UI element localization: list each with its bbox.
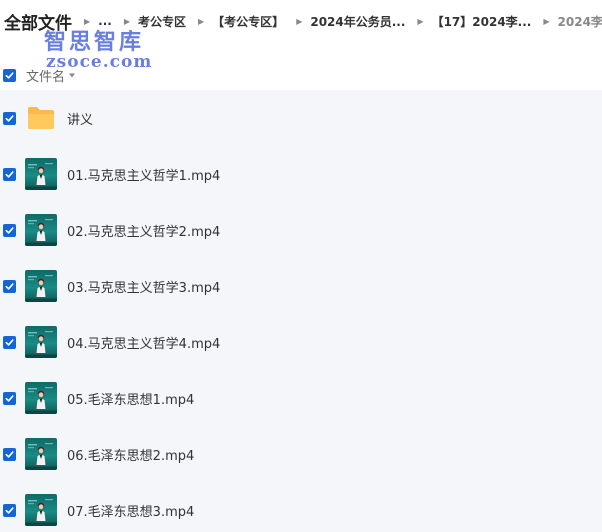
video-thumbnail	[25, 438, 57, 470]
video-thumbnail	[25, 494, 57, 526]
row-checkbox[interactable]	[3, 167, 16, 181]
chevron-right-icon: ▶	[123, 16, 130, 26]
check-icon	[5, 71, 14, 79]
breadcrumb-item-4[interactable]: 2024年公务员...	[310, 13, 405, 30]
breadcrumb-item-1[interactable]: ...	[98, 14, 112, 28]
file-name[interactable]: 04.马克思主义哲学4.mp4	[67, 333, 220, 352]
file-name[interactable]: 02.马克思主义哲学2.mp4	[67, 221, 220, 240]
check-icon	[5, 506, 14, 514]
breadcrumb-item-3[interactable]: 【考公专区】	[212, 13, 284, 30]
chevron-right-icon: ▶	[198, 16, 205, 26]
row-checkbox[interactable]	[3, 223, 16, 237]
file-row-2[interactable]: 01.马克思主义哲学1.mp4	[0, 146, 602, 202]
chevron-right-icon: ▶	[417, 16, 424, 26]
video-thumbnail	[25, 382, 57, 414]
folder-icon	[25, 102, 57, 134]
file-row-6[interactable]: 05.毛泽东思想1.mp4	[0, 370, 602, 426]
list-header: 文件名	[0, 62, 602, 88]
chevron-right-icon: ▶	[84, 16, 91, 26]
chevron-right-icon: ▶	[543, 16, 550, 26]
breadcrumb: 全部文件 ▶ ... ▶ 考公专区 ▶ 【考公专区】 ▶ 2024年公务员...…	[0, 0, 602, 42]
check-icon	[5, 282, 14, 290]
row-checkbox[interactable]	[3, 335, 16, 349]
select-all-checkbox[interactable]	[3, 68, 16, 82]
chevron-right-icon: ▶	[296, 16, 303, 26]
file-row-5[interactable]: 04.马克思主义哲学4.mp4	[0, 314, 602, 370]
row-checkbox[interactable]	[3, 447, 16, 461]
file-name[interactable]: 05.毛泽东思想1.mp4	[67, 389, 194, 408]
file-name[interactable]: 01.马克思主义哲学1.mp4	[67, 165, 220, 184]
row-checkbox[interactable]	[3, 503, 16, 517]
video-thumbnail	[25, 214, 57, 246]
video-thumbnail	[25, 270, 57, 302]
file-row-1[interactable]: 讲义	[0, 90, 602, 146]
file-list: 讲义 01.马克思主义哲学1.mp4 02.马克思主义哲学2.mp4 03.马克…	[0, 90, 602, 532]
file-name[interactable]: 03.马克思主义哲学3.mp4	[67, 277, 220, 296]
check-icon	[5, 114, 14, 122]
file-row-7[interactable]: 06.毛泽东思想2.mp4	[0, 426, 602, 482]
breadcrumb-item-5[interactable]: 【17】2024李...	[432, 13, 532, 30]
check-icon	[5, 394, 14, 402]
file-row-4[interactable]: 03.马克思主义哲学3.mp4	[0, 258, 602, 314]
row-checkbox[interactable]	[3, 391, 16, 405]
breadcrumb-item-2[interactable]: 考公专区	[138, 13, 186, 30]
file-name[interactable]: 06.毛泽东思想2.mp4	[67, 445, 194, 464]
file-name[interactable]: 07.毛泽东思想3.mp4	[67, 501, 194, 520]
row-checkbox[interactable]	[3, 279, 16, 293]
breadcrumb-root[interactable]: 全部文件	[0, 9, 72, 34]
check-icon	[5, 450, 14, 458]
column-header-name[interactable]: 文件名	[26, 66, 65, 85]
file-name[interactable]: 讲义	[67, 109, 93, 128]
file-row-3[interactable]: 02.马克思主义哲学2.mp4	[0, 202, 602, 258]
file-row-8[interactable]: 07.毛泽东思想3.mp4	[0, 482, 602, 532]
row-checkbox[interactable]	[3, 111, 16, 125]
video-thumbnail	[25, 158, 57, 190]
video-thumbnail	[25, 326, 57, 358]
breadcrumb-item-current: 2024李梦娇常...	[557, 14, 602, 29]
sort-arrow-icon[interactable]	[68, 71, 76, 79]
check-icon	[5, 226, 14, 234]
check-icon	[5, 170, 14, 178]
check-icon	[5, 338, 14, 346]
